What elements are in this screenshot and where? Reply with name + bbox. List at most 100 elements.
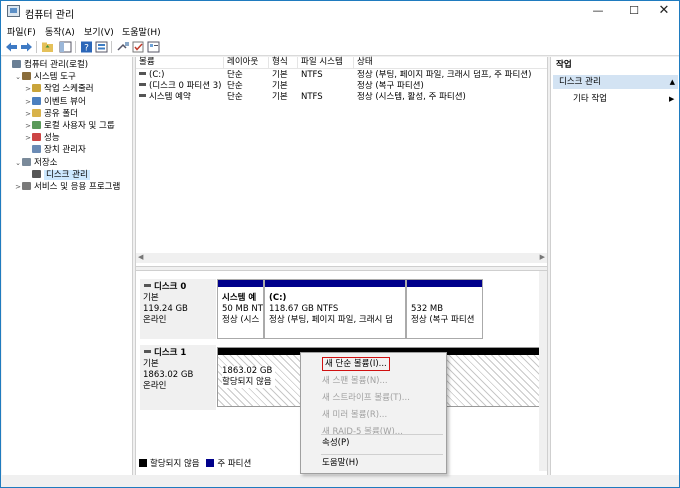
partition-status: 정상 (시스 — [222, 315, 260, 325]
partition-system-reserved[interactable]: 시스템 예 50 MB NT 정상 (시스 — [217, 279, 264, 339]
tree-item[interactable]: 장치 관리자 — [24, 144, 86, 156]
view-list-icon[interactable] — [147, 41, 160, 53]
expand-right-icon[interactable]: > — [24, 132, 32, 144]
expand-down-icon[interactable]: ⌄ — [14, 157, 22, 169]
primary-partition-bar — [218, 280, 263, 287]
disk-type: 기본 — [143, 293, 159, 303]
tree-item[interactable]: 컴퓨터 관리(로컬) — [4, 59, 88, 71]
tree-item[interactable]: > 작업 스케줄러 — [24, 83, 94, 95]
disk-1-label[interactable]: 디스크 1 기본 1863.02 GB 온라인 — [140, 345, 216, 410]
tree-item[interactable]: > 서비스 및 응용 프로그램 — [14, 181, 120, 193]
up-folder-icon[interactable] — [41, 41, 54, 53]
menu-new-simple-volume[interactable]: 새 단순 볼륨(I)... — [302, 355, 445, 373]
expand-down-icon[interactable]: ⌄ — [14, 71, 22, 83]
table-row[interactable]: 시스템 예약 단순 기본 NTFS 정상 (시스템, 활성, 주 파티션) — [136, 92, 547, 103]
tree-item-label: 작업 스케줄러 — [44, 84, 94, 95]
partition-name: (C:) — [269, 293, 287, 303]
vertical-scrollbar[interactable] — [539, 271, 547, 471]
column-file-system[interactable]: 파일 시스템 — [298, 57, 354, 69]
partition-recovery[interactable]: 532 MB 정상 (복구 파티션 — [406, 279, 483, 339]
volume-list-header: 볼륨 레이아웃 형식 파일 시스템 상태 — [136, 57, 547, 69]
disk-size: 1863.02 GB — [143, 370, 194, 380]
toolbar-separator — [111, 41, 112, 53]
volume-icon — [139, 94, 146, 97]
pane-splitter[interactable] — [136, 266, 547, 271]
scroll-left-icon[interactable]: ◀ — [138, 253, 143, 261]
table-row[interactable]: (디스크 0 파티션 3) 단순 기본 정상 (복구 파티션) — [136, 81, 547, 92]
storage-icon — [22, 157, 31, 166]
users-icon — [32, 121, 41, 129]
tree-item[interactable]: > 공유 폴더 — [24, 108, 78, 120]
unallocated-swatch — [139, 459, 147, 467]
actions-header: 작업 — [556, 60, 572, 70]
performance-icon — [32, 133, 41, 142]
volume-icon — [139, 83, 146, 86]
table-cell: 기본 — [272, 70, 288, 80]
expand-right-icon[interactable]: > — [14, 181, 22, 193]
primary-partition-swatch — [206, 459, 215, 467]
column-type[interactable]: 형식 — [269, 57, 298, 69]
menu-help-item[interactable]: 도움말(H) — [302, 454, 445, 472]
console-tree-icon[interactable] — [59, 41, 72, 53]
partition-c-drive[interactable]: (C:) 118.67 GB NTFS 정상 (부팅, 페이지 파일, 크래시 … — [264, 279, 406, 339]
tree-item[interactable]: > 로컬 사용자 및 그룹 — [24, 120, 115, 132]
menu-new-mirrored-volume[interactable]: 새 미러 볼륨(R)... — [302, 406, 445, 424]
expand-right-icon[interactable]: > — [24, 108, 32, 120]
check-icon[interactable] — [132, 41, 145, 53]
table-cell: 정상 (시스템, 활성, 주 파티션) — [357, 92, 466, 102]
tree-item[interactable]: > 이벤트 뷰어 — [24, 96, 86, 108]
properties-icon[interactable] — [95, 41, 108, 53]
tree-item-label: 이벤트 뷰어 — [44, 96, 86, 107]
title-bar: 컴퓨터 관리 — ☐ ✕ — [1, 1, 679, 23]
expand-right-icon[interactable]: > — [24, 83, 32, 95]
legend-unallocated: 할당되지 않음 — [150, 459, 200, 469]
partition-name: 시스템 예 — [222, 293, 257, 303]
primary-partition-bar — [265, 280, 405, 287]
volume-name-cell: (디스크 0 파티션 3) — [138, 81, 226, 92]
disk-name: 디스크 0 — [154, 282, 187, 292]
forward-arrow-icon[interactable] — [20, 41, 33, 53]
menu-help[interactable]: 도움말(H) — [122, 25, 161, 38]
svg-text:?: ? — [84, 44, 89, 54]
back-arrow-icon[interactable] — [5, 41, 18, 53]
legend-primary: 주 파티션 — [217, 459, 252, 469]
event-viewer-icon — [32, 96, 41, 105]
menu-view[interactable]: 보기(V) — [84, 25, 114, 38]
cell-text: (디스크 0 파티션 3) — [149, 81, 222, 91]
window-title: 컴퓨터 관리 — [25, 10, 75, 21]
disk-drive-icon — [144, 350, 151, 353]
menu-new-striped-volume[interactable]: 새 스트라이프 볼륨(T)... — [302, 389, 445, 407]
menu-action[interactable]: 동작(A) — [45, 25, 75, 38]
tree-item-label: 공유 폴더 — [44, 108, 78, 119]
services-icon — [22, 182, 31, 190]
tree-item-label: 장치 관리자 — [44, 145, 86, 156]
table-row[interactable]: (C:) 단순 기본 NTFS 정상 (부팅, 페이지 파일, 크래시 덤프, 주 파티… — [136, 70, 547, 81]
scroll-right-icon[interactable]: ▶ — [540, 253, 545, 261]
minimize-button[interactable]: — — [583, 1, 613, 23]
connect-icon[interactable] — [117, 41, 130, 53]
action-more-actions[interactable]: 기타 작업 — [573, 93, 607, 105]
expand-right-icon[interactable]: > — [24, 96, 32, 108]
expand-right-icon[interactable]: > — [24, 120, 32, 132]
status-bar — [1, 476, 679, 487]
tree-item[interactable]: ⌄ 시스템 도구 — [14, 71, 76, 83]
actions-section-disk-management[interactable]: 디스크 관리 ▲ — [553, 75, 678, 89]
table-cell: NTFS — [301, 92, 323, 102]
column-status[interactable]: 상태 — [354, 57, 547, 69]
menu-file[interactable]: 파일(F) — [7, 25, 36, 38]
tree-item[interactable]: ⌄ 저장소 — [14, 157, 57, 169]
disk-0-label[interactable]: 디스크 0 기본 119.24 GB 온라인 — [140, 279, 216, 339]
column-layout[interactable]: 레이아웃 — [224, 57, 269, 69]
tree-item[interactable]: 디스크 관리 — [24, 169, 90, 181]
menu-properties[interactable]: 속성(P) — [302, 434, 445, 452]
horizontal-scrollbar[interactable]: ◀ ▶ — [136, 253, 547, 263]
maximize-button[interactable]: ☐ — [619, 1, 649, 23]
collapse-up-icon[interactable]: ▲ — [670, 75, 675, 89]
close-button[interactable]: ✕ — [649, 1, 679, 23]
help-icon[interactable]: ? — [80, 41, 93, 53]
actions-pane: 작업 디스크 관리 ▲ 기타 작업 ▶ — [550, 57, 679, 475]
column-volume[interactable]: 볼륨 — [136, 57, 224, 69]
toolbar-separator — [75, 41, 76, 53]
menu-new-spanned-volume[interactable]: 새 스팬 볼륨(N)... — [302, 372, 445, 390]
tree-item[interactable]: > 성능 — [24, 132, 60, 144]
